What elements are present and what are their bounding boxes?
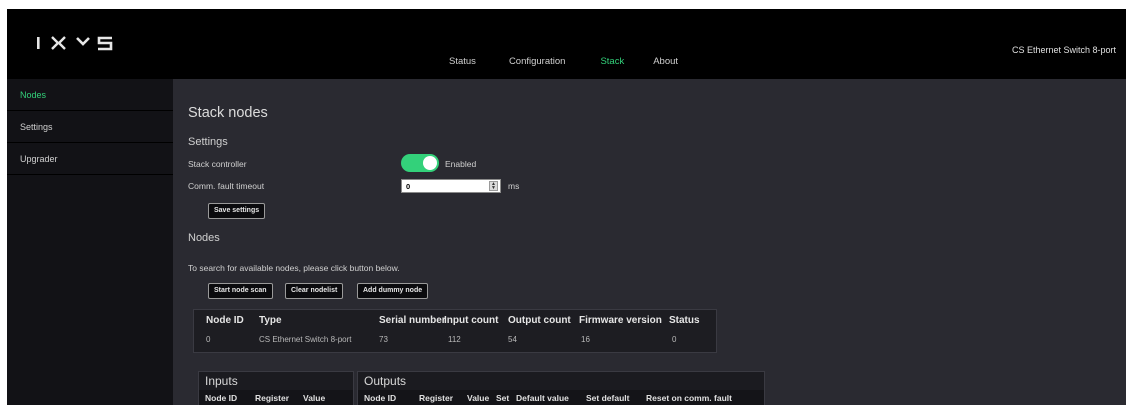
spinner-icon[interactable]: ▲ ▼ — [489, 181, 498, 191]
node-search-help-text: To search for available nodes, please cl… — [188, 263, 400, 273]
cell-status: 0 — [672, 335, 677, 344]
table-header-row: Node ID Type Serial number Input count O… — [194, 310, 716, 330]
app-window: Status Configuration Stack About CS Ethe… — [7, 9, 1126, 405]
outputs-column-register: Register — [419, 393, 454, 403]
column-header-output-count: Output count — [508, 315, 571, 326]
comm-fault-timeout-label: Comm. fault timeout — [188, 181, 265, 191]
tab-configuration[interactable]: Configuration — [509, 56, 566, 67]
start-node-scan-button[interactable]: Start node scan — [208, 283, 273, 299]
inputs-header-row: Node ID Register Value — [199, 390, 353, 405]
add-dummy-node-button[interactable]: Add dummy node — [357, 283, 429, 299]
outputs-header-row: Node ID Register Value Set Default value… — [358, 390, 764, 405]
table-row[interactable]: 0 CS Ethernet Switch 8-port 73 112 54 16… — [194, 330, 716, 350]
inputs-column-node-id: Node ID — [205, 393, 238, 403]
outputs-column-set: Set — [496, 393, 510, 403]
tab-about[interactable]: About — [653, 56, 678, 67]
inputs-panel-title: Inputs — [205, 374, 238, 388]
sidebar: Nodes Settings Upgrader — [7, 79, 173, 405]
timeout-unit: ms — [508, 181, 520, 191]
cell-node-id: 0 — [206, 335, 211, 344]
cell-type: CS Ethernet Switch 8-port — [259, 335, 352, 344]
outputs-column-reset-on-comm-fault: Reset on comm. fault — [646, 393, 732, 403]
sidebar-item-nodes[interactable]: Nodes — [7, 79, 173, 111]
inputs-column-register: Register — [255, 393, 290, 403]
settings-heading: Settings — [188, 136, 228, 148]
inputs-panel: Inputs Node ID Register Value — [198, 371, 354, 405]
cell-input-count: 112 — [448, 335, 461, 344]
stack-controller-toggle[interactable] — [401, 154, 439, 172]
outputs-panel-title: Outputs — [364, 374, 407, 388]
stack-controller-label: Stack controller — [188, 159, 247, 169]
stack-controller-state: Enabled — [445, 159, 477, 169]
cell-output-count: 54 — [508, 335, 517, 344]
tab-stack[interactable]: Stack — [600, 56, 624, 67]
sidebar-item-upgrader[interactable]: Upgrader — [7, 143, 173, 175]
clear-nodelist-button[interactable]: Clear nodelist — [285, 283, 344, 299]
outputs-panel: Outputs Node ID Register Value Set Defau… — [357, 371, 765, 405]
main-content: Stack nodes Settings Stack controller En… — [173, 79, 1126, 405]
column-header-input-count: Input count — [444, 315, 499, 326]
column-header-firmware-version: Firmware version — [579, 315, 662, 326]
outputs-column-default-value: Default value — [516, 393, 569, 403]
inputs-column-value: Value — [303, 393, 326, 403]
comm-fault-timeout-field: ▲▼ — [401, 179, 501, 193]
save-settings-button[interactable]: Save settings — [208, 203, 266, 219]
outputs-column-node-id: Node ID — [364, 393, 397, 403]
cell-firmware-version: 16 — [581, 335, 590, 344]
nodes-table: Node ID Type Serial number Input count O… — [193, 309, 717, 353]
toggle-knob — [423, 156, 437, 170]
ixys-logo-graphic — [37, 36, 113, 51]
top-navigation-bar: Status Configuration Stack About CS Ethe… — [7, 9, 1126, 79]
column-header-node-id: Node ID — [206, 315, 244, 326]
nodes-heading: Nodes — [188, 232, 220, 244]
sidebar-item-settings[interactable]: Settings — [7, 111, 173, 143]
product-name: CS Ethernet Switch 8-port — [1011, 45, 1116, 55]
column-header-type: Type — [259, 315, 282, 326]
main-nav: Status Configuration Stack About — [449, 56, 678, 67]
comm-fault-timeout-input[interactable] — [406, 181, 484, 191]
ixys-logo — [35, 32, 115, 54]
cell-serial-number: 73 — [379, 335, 388, 344]
outputs-column-value: Value — [467, 393, 490, 403]
column-header-status: Status — [669, 315, 700, 326]
page-title: Stack nodes — [188, 105, 268, 121]
tab-status[interactable]: Status — [449, 56, 476, 67]
column-header-serial-number: Serial number — [379, 315, 446, 326]
outputs-column-set-default: Set default — [586, 393, 630, 403]
